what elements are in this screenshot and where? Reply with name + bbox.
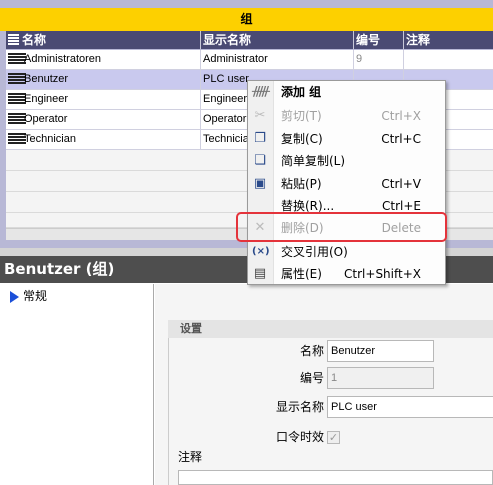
menu-item-label: 粘贴(P) (281, 177, 322, 191)
menu-item-cross-reference[interactable]: (×) 交叉引用(O) (248, 241, 445, 263)
comment-textarea[interactable] (178, 470, 493, 485)
cell-name[interactable]: Administratoren (22, 50, 201, 69)
header-row-selector[interactable] (6, 31, 20, 49)
menu-item-paste[interactable]: ▣ 粘贴(P) Ctrl+V (248, 173, 445, 195)
cell-name[interactable]: Operator (22, 110, 201, 129)
context-menu: ᚏ 添加 组 ✂ 剪切(T) Ctrl+X ❐ 复制(C) Ctrl+C ❏ 简… (247, 80, 446, 285)
name-label: 名称 (299, 344, 324, 358)
arrow-right-icon (10, 290, 19, 303)
menu-item-shortcut: Ctrl+X (381, 109, 421, 123)
name-field[interactable]: Benutzer (327, 340, 434, 362)
group-table-title: 组 (0, 8, 493, 31)
password-expiry-label: 口令时效 (275, 430, 324, 444)
number-field: 1 (327, 367, 434, 389)
display-name-field[interactable]: PLC user (327, 396, 493, 418)
menu-item-shortcut: Ctrl+C (381, 132, 421, 146)
menu-item-label: 剪切(T) (281, 109, 322, 123)
column-header-number[interactable]: 编号 (354, 31, 404, 49)
menu-item-label: 属性(E) (281, 267, 322, 281)
table-row[interactable]: Administratoren Administrator 9 (6, 50, 493, 70)
delete-highlight-box (236, 212, 447, 242)
copy-icon: ❐ (254, 131, 266, 146)
display-name-label: 显示名称 (275, 400, 324, 414)
cell-display-name[interactable]: Administrator (201, 50, 354, 69)
scissors-icon: ✂ (254, 108, 266, 123)
column-header-display-name[interactable]: 显示名称 (201, 31, 354, 49)
comment-label: 注释 (178, 450, 203, 464)
cell-name[interactable]: Benutzer (22, 70, 201, 89)
number-label: 编号 (299, 371, 324, 385)
menu-item-label: 简单复制(L) (281, 154, 346, 168)
column-header-comment[interactable]: 注释 (404, 31, 493, 49)
section-header-settings: 设置 (168, 320, 493, 338)
property-tree (0, 284, 154, 485)
settings-section: 名称 Benutzer 编号 1 显示名称 PLC user 口令时效 (168, 338, 493, 485)
menu-item-add-group[interactable]: ᚏ 添加 组 (248, 81, 445, 103)
menu-item-simple-copy[interactable]: ❏ 简单复制(L) (248, 150, 445, 172)
column-headers: 名称 显示名称 编号 注释 (6, 31, 493, 49)
cell-number[interactable]: 9 (354, 50, 404, 69)
checkmark-icon: ✓ (328, 431, 339, 444)
menu-item-cut[interactable]: ✂ 剪切(T) Ctrl+X (248, 105, 445, 127)
tree-item-general[interactable]: 常规 (10, 288, 47, 304)
cell-name[interactable]: Technician (22, 130, 201, 149)
menu-item-shortcut: Ctrl+Shift+X (344, 267, 421, 281)
menu-item-shortcut: Ctrl+V (381, 177, 421, 191)
properties-icon: ▤ (253, 266, 267, 281)
paste-icon: ▣ (253, 176, 267, 191)
menu-item-properties[interactable]: ▤ 属性(E) Ctrl+Shift+X (248, 263, 445, 285)
menu-item-copy[interactable]: ❐ 复制(C) Ctrl+C (248, 128, 445, 150)
cell-comment[interactable] (404, 50, 493, 69)
column-header-name[interactable]: 名称 (20, 31, 201, 49)
password-expiry-checkbox[interactable]: ✓ (327, 431, 340, 444)
menu-item-label: 复制(C) (281, 132, 323, 146)
cell-name[interactable]: Engineer (22, 90, 201, 109)
add-group-icon: ᚏ (252, 84, 270, 99)
tree-item-label: 常规 (23, 289, 48, 303)
menu-item-label: 交叉引用(O) (281, 245, 348, 259)
cross-reference-icon: (×) (252, 246, 270, 257)
menu-item-label: 添加 组 (281, 85, 322, 99)
simple-copy-icon: ❏ (254, 153, 266, 168)
